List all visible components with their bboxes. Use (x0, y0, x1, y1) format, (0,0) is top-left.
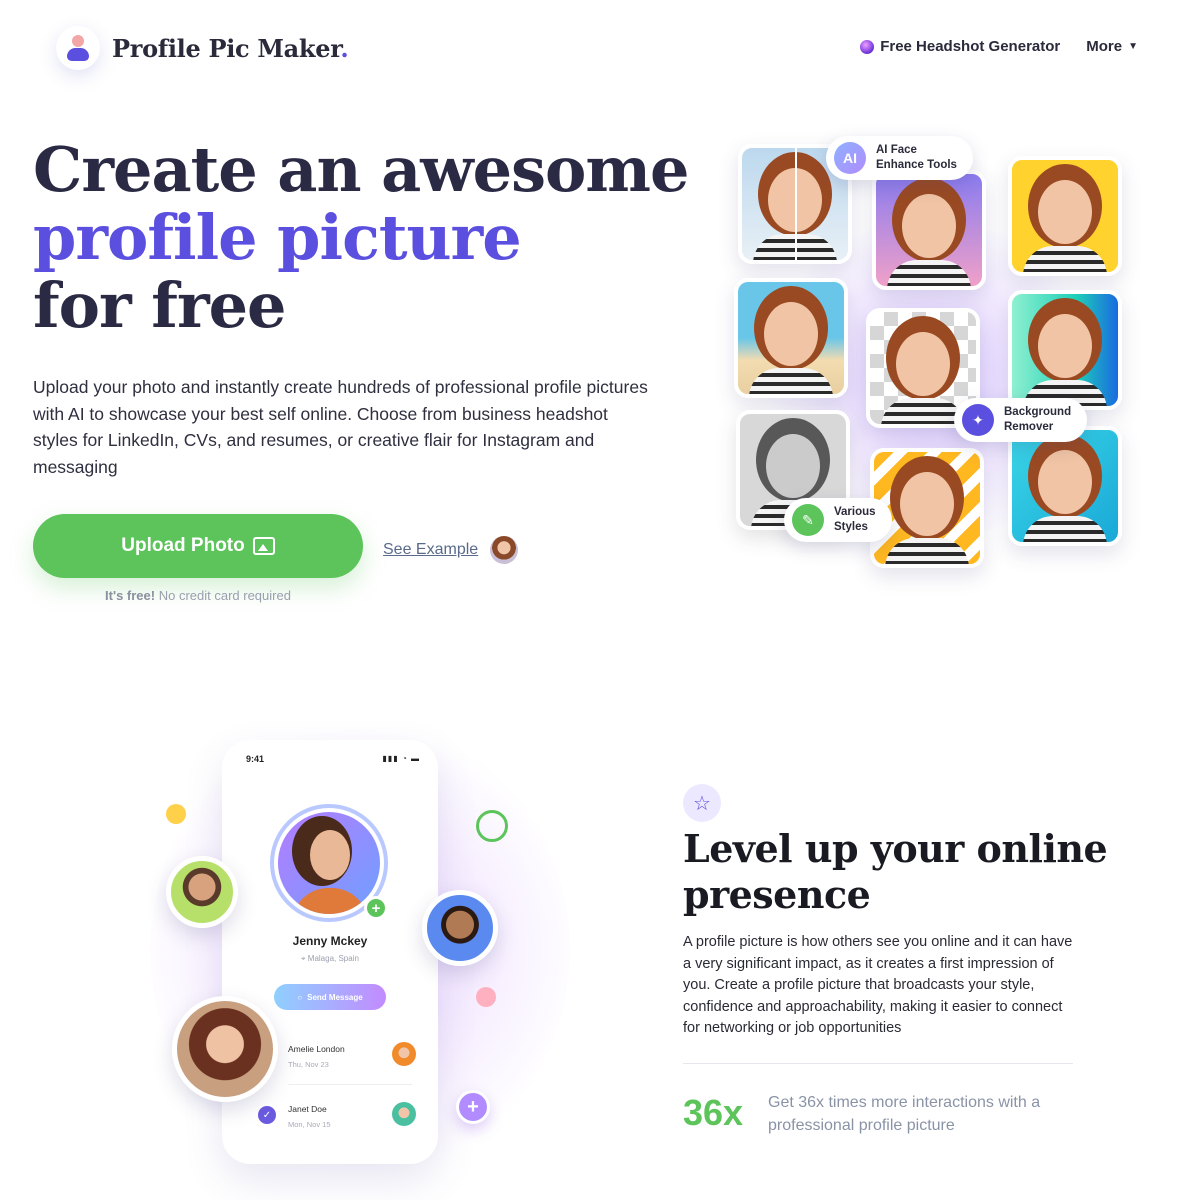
floating-avatar-man-left (166, 856, 238, 928)
upload-label: Upload Photo (121, 535, 245, 556)
chip-various-styles: ✎ Various Styles (784, 498, 892, 542)
photo-tile-yellow (1008, 156, 1122, 276)
top-nav: Free Headshot Generator More ▼ (860, 38, 1138, 55)
stat-description: Get 36x times more interactions with a p… (768, 1094, 1041, 1134)
logo-person-icon (56, 26, 100, 70)
profile-name: Jenny Mckey (292, 934, 368, 948)
see-example-link[interactable]: See Example (383, 536, 519, 564)
nav-free-headshot-generator[interactable]: Free Headshot Generator (860, 38, 1060, 55)
profile-location: ⌖ Malaga, Spain (301, 954, 359, 963)
chip-background-remover: ✦ Background Remover (954, 398, 1088, 442)
feature-collage: AI AI Face Enhance Tools ✦ Background Remo… (720, 130, 1140, 580)
contact-row[interactable]: Janet Doe Mon, Nov 15 (270, 1098, 416, 1148)
phone-mockup: 9:41 ▮▮▮ ◔ ▬ + Jenny Mckey ⌖ Malaga, Spa… (222, 740, 438, 1164)
free-note: It's free! No credit card required (105, 588, 291, 603)
hero-title: Create an awesome profile picture for fr… (33, 133, 689, 342)
caret-down-icon: ▼ (1128, 41, 1138, 52)
add-circle-icon[interactable]: + (456, 1090, 490, 1124)
green-ring (476, 810, 508, 842)
image-icon (252, 537, 275, 555)
photo-tile-cyan (1008, 426, 1122, 546)
yellow-dot (166, 804, 186, 824)
floating-avatar-woman (172, 996, 278, 1102)
chat-bubble-icon: ○ (297, 992, 303, 1002)
brush-icon: ✎ (792, 504, 824, 536)
magic-wand-icon: ✦ (962, 404, 994, 436)
hero-description: Upload your photo and instantly create h… (33, 377, 648, 477)
ai-icon: AI (834, 142, 866, 174)
stat-value: 36x (683, 1092, 744, 1133)
contact-row[interactable]: Amelie London Thu, Nov 23 (270, 1038, 416, 1088)
upload-photo-button[interactable]: Upload Photo (33, 514, 363, 578)
example-avatar (490, 536, 519, 564)
star-icon: ☆ (683, 784, 721, 822)
divider (683, 1063, 1073, 1064)
phone-time: 9:41 (246, 754, 265, 764)
gem-icon (860, 39, 875, 54)
pink-dot (476, 987, 496, 1007)
section-description: A profile picture is how others see you … (683, 934, 1073, 1036)
phone-status-icons: ▮▮▮ ◔ ▬ (382, 754, 420, 763)
section-title: Level up your online presence (683, 826, 1108, 917)
location-pin-icon: ⌖ (301, 954, 308, 963)
contact-avatar (392, 1042, 416, 1066)
photo-tile-purple (872, 170, 986, 290)
logo[interactable]: Profile Pic Maker. (56, 26, 349, 70)
see-example-label: See Example (383, 541, 479, 558)
chip-ai-face-enhance: AI AI Face Enhance Tools (826, 136, 973, 180)
photo-tile-beach (734, 278, 848, 398)
add-icon[interactable]: + (364, 896, 388, 920)
nav-label: Free Headshot Generator (880, 38, 1061, 55)
nav-more[interactable]: More ▼ (1086, 38, 1138, 55)
photo-tile-teal (1008, 290, 1122, 410)
nav-label: More (1086, 38, 1123, 55)
send-message-button[interactable]: ○ Send Message (274, 984, 386, 1010)
logo-text: Profile Pic Maker. (112, 33, 349, 63)
contact-avatar (392, 1102, 416, 1126)
floating-avatar-man-right (422, 890, 498, 966)
